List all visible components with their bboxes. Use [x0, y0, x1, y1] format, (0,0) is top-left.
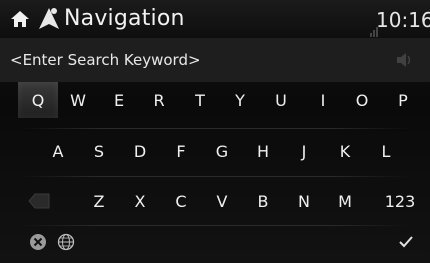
row-divider: [20, 176, 410, 177]
key-i[interactable]: I: [303, 82, 343, 118]
header-bar: Navigation 10:16: [0, 0, 430, 38]
search-bar: [0, 38, 430, 82]
key-y[interactable]: Y: [220, 82, 260, 118]
key-b[interactable]: B: [243, 183, 283, 219]
key-e[interactable]: E: [99, 82, 139, 118]
key-123[interactable]: 123: [377, 183, 423, 219]
backspace-icon: [28, 193, 50, 209]
key-r[interactable]: R: [139, 82, 179, 118]
key-j[interactable]: J: [284, 133, 324, 169]
key-t[interactable]: T: [180, 82, 220, 118]
key-x[interactable]: X: [120, 183, 160, 219]
key-l[interactable]: L: [366, 133, 406, 169]
key-c[interactable]: C: [161, 183, 201, 219]
onscreen-keyboard: Q W E R T Y U I O P A S D F G H J K L Z …: [0, 82, 430, 263]
clear-icon: [29, 233, 47, 251]
key-h[interactable]: H: [243, 133, 283, 169]
confirm-key[interactable]: [390, 227, 422, 257]
key-g[interactable]: G: [202, 133, 242, 169]
speaker-icon[interactable]: [395, 50, 415, 70]
backspace-key[interactable]: [19, 183, 59, 219]
key-z[interactable]: Z: [79, 183, 119, 219]
row-divider: [20, 225, 410, 226]
navigation-keyboard-screen: Navigation 10:16 Q W E R T Y U I O: [0, 0, 430, 263]
language-key[interactable]: [50, 227, 82, 257]
key-a[interactable]: A: [38, 133, 78, 169]
check-icon: [399, 236, 413, 248]
key-m[interactable]: M: [325, 183, 365, 219]
home-icon[interactable]: [10, 9, 30, 29]
key-s[interactable]: S: [79, 133, 119, 169]
key-n[interactable]: N: [284, 183, 324, 219]
key-u[interactable]: U: [261, 82, 301, 118]
key-w[interactable]: W: [58, 82, 98, 118]
row-divider: [20, 128, 410, 129]
key-v[interactable]: V: [202, 183, 242, 219]
key-o[interactable]: O: [342, 82, 382, 118]
navigation-icon: [38, 7, 60, 31]
key-d[interactable]: D: [120, 133, 160, 169]
page-title: Navigation: [64, 6, 185, 31]
key-q[interactable]: Q: [18, 82, 58, 118]
key-k[interactable]: K: [325, 133, 365, 169]
search-input[interactable]: [10, 48, 370, 72]
key-f[interactable]: F: [161, 133, 201, 169]
key-p[interactable]: P: [383, 82, 423, 118]
globe-icon: [57, 233, 75, 251]
clock: 10:16: [376, 8, 430, 32]
